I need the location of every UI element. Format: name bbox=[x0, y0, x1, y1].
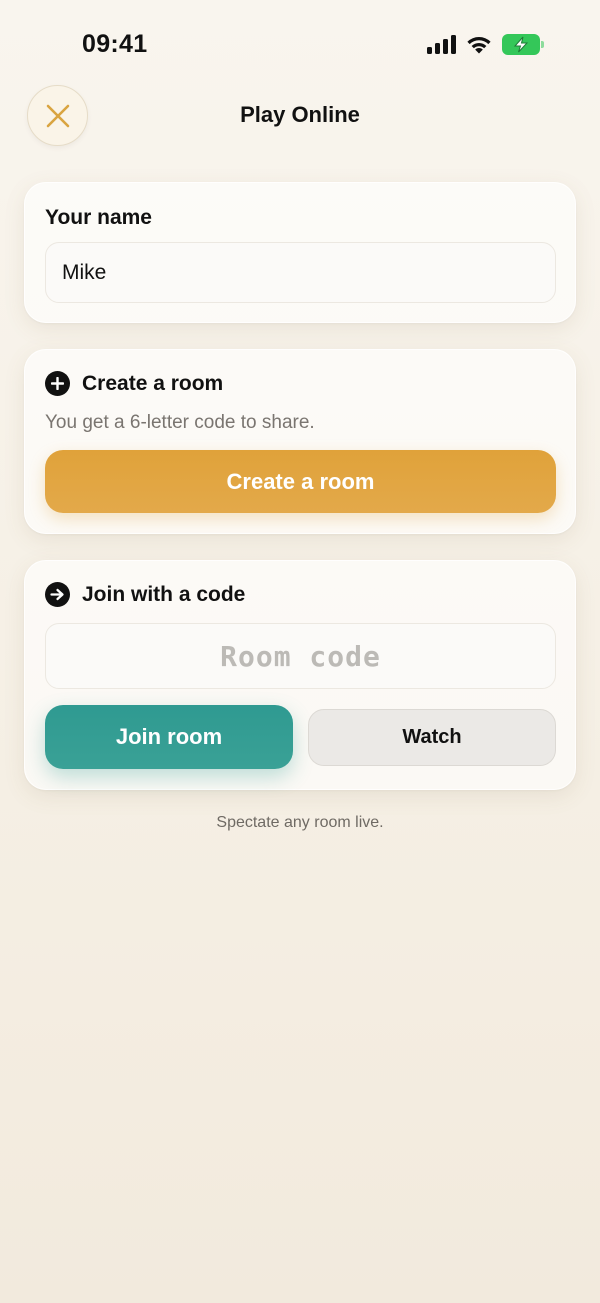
wifi-icon bbox=[467, 36, 491, 53]
battery-charging-icon bbox=[502, 33, 544, 55]
join-room-button[interactable]: Join room bbox=[45, 705, 293, 769]
create-room-button[interactable]: Create a room bbox=[45, 450, 556, 513]
create-room-title: Create a room bbox=[82, 371, 224, 395]
watch-button[interactable]: Watch bbox=[308, 709, 556, 766]
status-time: 09:41 bbox=[82, 30, 148, 58]
name-card: Your name Mike bbox=[24, 182, 576, 323]
room-code-input[interactable]: Room code bbox=[45, 623, 556, 689]
spectate-note: Spectate any room live. bbox=[216, 814, 384, 831]
join-room-header: Join with a code bbox=[45, 582, 245, 607]
name-label: Your name bbox=[45, 206, 152, 229]
arrow-right-circle-icon bbox=[45, 582, 70, 607]
cellular-signal-icon bbox=[427, 34, 456, 54]
join-room-card: Join with a code Room code Join room Wat… bbox=[24, 560, 576, 790]
name-input[interactable]: Mike bbox=[45, 242, 556, 303]
page-title: Play Online bbox=[240, 102, 360, 127]
create-room-header: Create a room bbox=[45, 371, 223, 396]
create-room-card: Create a room You get a 6-letter code to… bbox=[24, 349, 576, 534]
plus-circle-icon bbox=[45, 371, 70, 396]
join-room-title: Join with a code bbox=[82, 582, 246, 606]
status-bar: 09:41 bbox=[0, 0, 600, 88]
status-icons bbox=[427, 32, 544, 56]
create-room-hint: You get a 6-letter code to share. bbox=[45, 412, 315, 433]
